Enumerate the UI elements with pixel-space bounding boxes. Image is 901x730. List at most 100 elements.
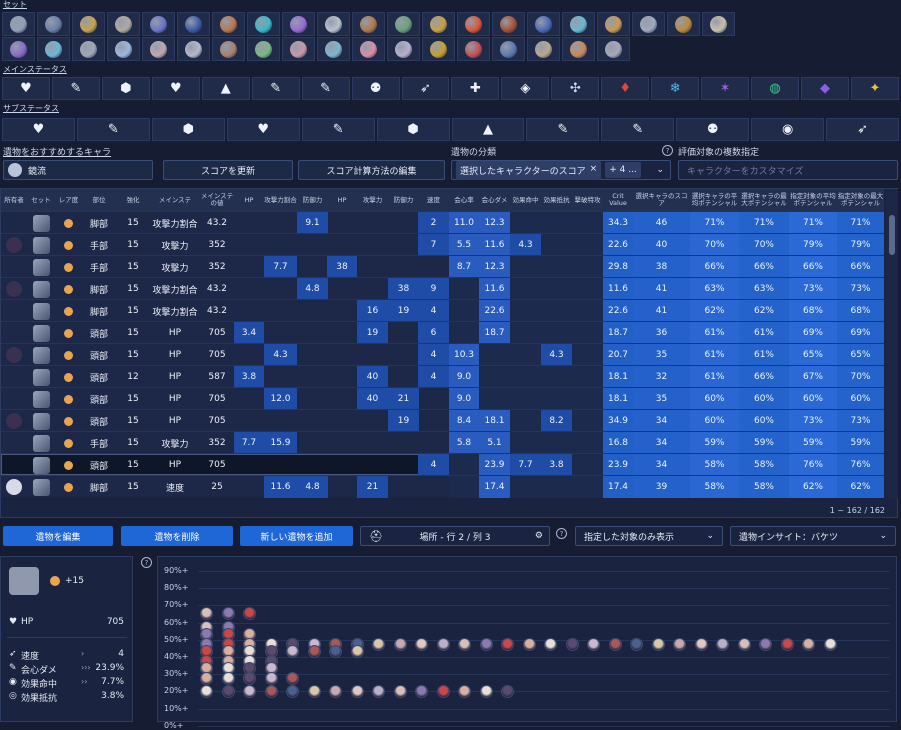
help-icon-detail[interactable]: ?: [141, 557, 152, 568]
col-header[interactable]: セット: [27, 189, 55, 211]
main-stat-filter-17[interactable]: ✦: [850, 77, 899, 100]
set-filter-row1-8[interactable]: [282, 12, 315, 36]
character-marker[interactable]: [673, 637, 686, 651]
edit-relic-button[interactable]: 遺物を編集: [3, 526, 113, 546]
table-row[interactable]: 脚部 15 速度 25 11.6 4.8 21 17.4 17.4 39 58% 58% 62% 62%: [1, 475, 884, 498]
character-marker[interactable]: [286, 685, 299, 699]
col-header[interactable]: レア度: [55, 189, 82, 211]
table-row[interactable]: 頭部 15 HP 705 4.3 4 10.3 4.3 20.7 35 61% 61% 65% 65%: [1, 343, 884, 366]
edit-score-button[interactable]: スコア計算方法の編集: [298, 160, 445, 180]
character-marker[interactable]: [630, 637, 643, 651]
character-marker[interactable]: [458, 637, 471, 651]
set-filter-row2-17[interactable]: [597, 37, 630, 61]
character-marker[interactable]: [286, 672, 299, 686]
table-row[interactable]: 脚部 15 攻撃力割合 43.2 16 19 4 22.6 22.6 41 62% 62% 68% 68%: [1, 299, 884, 322]
table-row[interactable]: 頭部 15 HP 705 4 23.9 7.7 3.8 23.9 34 58% 58% 76% 76%: [1, 453, 884, 476]
character-marker[interactable]: [415, 637, 428, 651]
sub-stat-filter-3[interactable]: ♥: [226, 118, 300, 141]
character-marker[interactable]: [286, 645, 299, 658]
insight-select[interactable]: 遺物インサイト：バケツ ⌄: [730, 526, 896, 546]
main-stat-filter-5[interactable]: ✎: [251, 77, 300, 100]
character-marker[interactable]: [393, 685, 407, 699]
col-header[interactable]: 効果抵抗: [541, 189, 572, 211]
set-filter-row2-9[interactable]: [317, 37, 350, 61]
sub-stat-filter-2[interactable]: ⬢: [151, 118, 225, 141]
chevron-down-icon[interactable]: ⌄: [656, 165, 664, 175]
set-filter-row2-12[interactable]: [422, 37, 455, 61]
main-stat-filter-0[interactable]: ♥: [2, 77, 50, 100]
set-filter-row2-6[interactable]: [212, 37, 245, 61]
main-stat-filter-6[interactable]: ✎: [301, 77, 350, 100]
character-marker[interactable]: [221, 672, 235, 686]
main-stat-filter-12[interactable]: ♦: [601, 77, 650, 100]
col-header[interactable]: 部位: [82, 189, 116, 211]
col-header[interactable]: 選択キャラの平均ポテンシャル: [690, 189, 739, 211]
main-stat-filter-2[interactable]: ⬢: [101, 77, 150, 100]
character-marker[interactable]: [544, 637, 557, 651]
customize-char-input[interactable]: キャラクターをカスタマイズ: [678, 160, 898, 180]
table-row[interactable]: 脚部 15 攻撃力割合 43.2 9.1 2 11.0 12.3 34.3 46 71% 71% 71%…: [1, 211, 884, 234]
set-filter-row1-3[interactable]: [107, 12, 140, 36]
character-marker[interactable]: [372, 685, 385, 699]
set-filter-row2-7[interactable]: [247, 37, 280, 61]
character-marker[interactable]: [501, 637, 514, 651]
character-marker[interactable]: [759, 637, 772, 651]
sub-stat-filter-9[interactable]: ⚉: [676, 118, 750, 141]
set-filter-row2-1[interactable]: [37, 37, 70, 61]
set-filter-row1-12[interactable]: [422, 12, 455, 36]
help-icon[interactable]: ?: [662, 145, 673, 156]
sub-stat-filter-8[interactable]: ✎: [601, 118, 675, 141]
table-row[interactable]: 手部 15 攻撃力 352 7.7 15.9 5.8 5.1 16.8 34 59% 59% 59% 59…: [1, 431, 884, 454]
col-header[interactable]: 所有者: [1, 189, 27, 211]
sub-stat-filter-1[interactable]: ✎: [76, 118, 150, 141]
col-header[interactable]: 会心率: [449, 189, 479, 211]
main-stat-filter-16[interactable]: ◆: [801, 77, 849, 100]
character-marker[interactable]: [587, 637, 600, 651]
character-marker[interactable]: [243, 606, 256, 620]
col-header[interactable]: メインステ: [150, 189, 200, 211]
col-header[interactable]: 指定対象の平均ポテンシャル: [789, 189, 837, 211]
sub-stat-filter-5[interactable]: ⬢: [376, 118, 450, 141]
set-filter-row1-19[interactable]: [667, 12, 700, 36]
main-stat-filter-3[interactable]: ♥: [151, 77, 200, 100]
table-row[interactable]: 手部 15 攻撃力 352 7 5.5 11.6 4.3 22.6 40 70% 70% 79% 79%: [1, 233, 884, 256]
set-filter-row2-4[interactable]: [142, 37, 175, 61]
main-stat-filter-15[interactable]: ◍: [751, 77, 799, 100]
set-filter-row2-3[interactable]: [107, 37, 140, 61]
character-marker[interactable]: [565, 637, 579, 651]
main-stat-filter-8[interactable]: ➶: [401, 77, 450, 100]
main-stat-filter-9[interactable]: ✚: [451, 77, 500, 100]
character-marker[interactable]: [243, 685, 256, 699]
character-marker[interactable]: [372, 637, 385, 651]
main-stat-filter-4[interactable]: ▲: [201, 77, 250, 100]
main-stat-filter-10[interactable]: ◈: [501, 77, 550, 100]
set-filter-row1-20[interactable]: [702, 12, 735, 36]
table-row[interactable]: 頭部 15 HP 705 19 8.4 18.1 8.2 34.9 34 60% 60% 73% 73%: [1, 409, 884, 432]
character-marker[interactable]: [501, 685, 514, 699]
character-marker[interactable]: [780, 637, 794, 651]
set-filter-row1-4[interactable]: [142, 12, 175, 36]
set-filter-row1-15[interactable]: [527, 12, 560, 36]
set-filter-row1-10[interactable]: [352, 12, 385, 36]
set-filter-row1-13[interactable]: [457, 12, 490, 36]
main-stat-filter-14[interactable]: ✶: [701, 77, 750, 100]
character-marker[interactable]: [350, 645, 364, 658]
character-marker[interactable]: [716, 637, 729, 651]
help-icon-location[interactable]: ?: [556, 528, 567, 539]
scroll-thumb[interactable]: [889, 215, 895, 255]
character-marker[interactable]: [436, 637, 450, 651]
add-relic-button[interactable]: 新しい遺物を追加: [240, 526, 353, 546]
sub-stat-filter-4[interactable]: ✎: [301, 118, 375, 141]
character-marker[interactable]: [415, 685, 428, 699]
gear-icon[interactable]: ⚙: [535, 531, 543, 541]
set-filter-row2-0[interactable]: [2, 37, 35, 61]
character-marker[interactable]: [608, 637, 622, 651]
set-filter-row1-9[interactable]: [317, 12, 350, 36]
character-marker[interactable]: [221, 685, 235, 699]
table-row[interactable]: 手部 15 攻撃力 352 7.7 38 8.7 12.3 29.8 38 66% 66% 66% 66%: [1, 255, 884, 278]
character-marker[interactable]: [479, 637, 493, 651]
set-filter-row2-16[interactable]: [562, 37, 595, 61]
character-marker[interactable]: [479, 685, 493, 699]
character-marker[interactable]: [737, 637, 751, 651]
character-marker[interactable]: [307, 685, 321, 699]
